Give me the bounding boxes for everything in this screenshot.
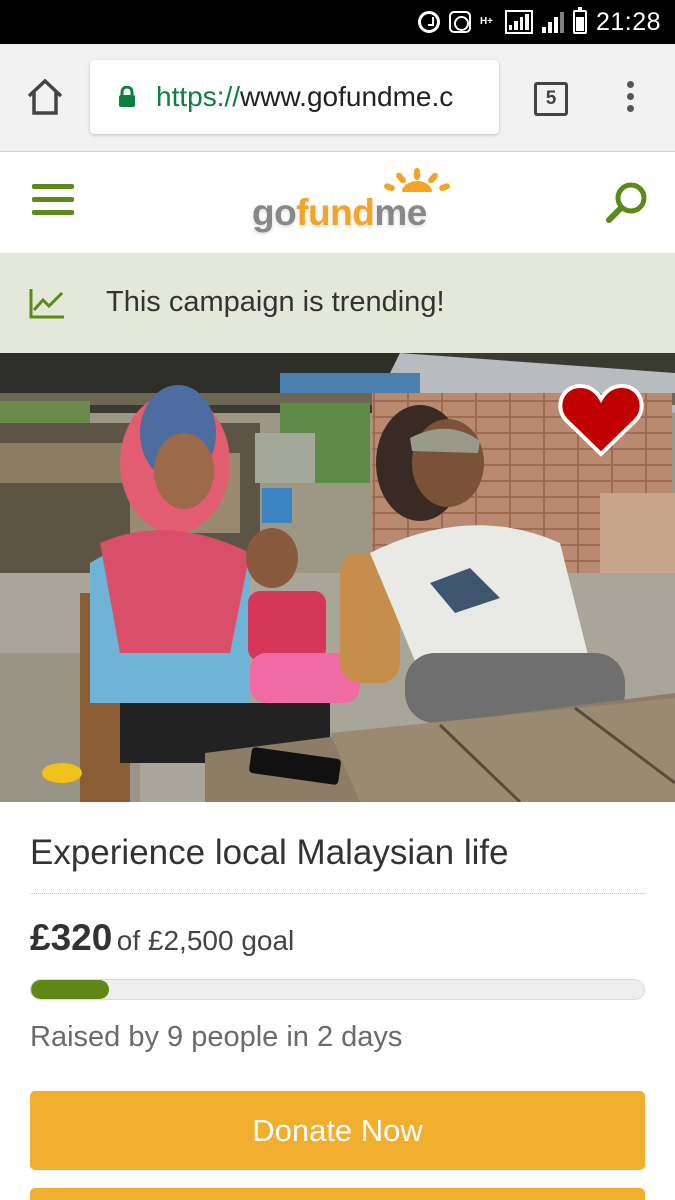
hamburger-menu-icon[interactable] — [32, 184, 74, 220]
browser-toolbar: https://www.gofundme.c 5 — [0, 44, 675, 152]
url-scheme: https:// — [156, 81, 241, 112]
globe-icon — [448, 11, 471, 33]
heart-icon[interactable] — [558, 382, 644, 458]
donate-now-button[interactable]: Donate Now — [30, 1091, 645, 1170]
trending-text: This campaign is trending! — [106, 286, 445, 318]
site-header: gofundme — [0, 152, 675, 254]
search-icon[interactable] — [604, 180, 650, 226]
progress-bar — [30, 979, 645, 1000]
network-type-label: H+ — [479, 16, 493, 27]
home-button[interactable] — [24, 76, 66, 118]
progress-bar-fill — [31, 980, 110, 999]
more-vert-icon[interactable] — [622, 81, 638, 115]
status-bar: H+ 21:28 — [0, 0, 675, 44]
goal-text: of £2,500 goal — [116, 925, 295, 956]
divider — [30, 893, 645, 894]
lock-icon — [119, 86, 135, 107]
alarm-icon — [417, 11, 440, 33]
campaign-title: Experience local Malaysian life — [30, 833, 509, 872]
logo-wordmark: gofundme — [252, 192, 427, 233]
share-button[interactable] — [30, 1188, 645, 1200]
battery-icon — [572, 7, 587, 34]
url-text: https://www.gofundme.c — [156, 80, 453, 114]
clock: 21:28 — [595, 7, 661, 36]
trending-banner: This campaign is trending! — [0, 254, 675, 353]
url-host: www.gofundme.c — [240, 81, 454, 112]
address-bar[interactable]: https://www.gofundme.c — [90, 60, 499, 134]
raised-amount: £320 — [30, 917, 113, 958]
status-icons: H+ 21:28 — [417, 0, 661, 44]
raised-summary: £320 of £2,500 goal — [30, 917, 294, 959]
gofundme-logo[interactable]: gofundme — [252, 168, 454, 238]
trending-up-icon — [29, 289, 64, 319]
signal-icon — [504, 10, 533, 34]
signal-secondary-icon — [541, 11, 564, 33]
donor-summary: Raised by 9 people in 2 days — [30, 1021, 403, 1053]
tabs-button[interactable]: 5 — [534, 82, 568, 116]
home-icon — [27, 78, 63, 115]
